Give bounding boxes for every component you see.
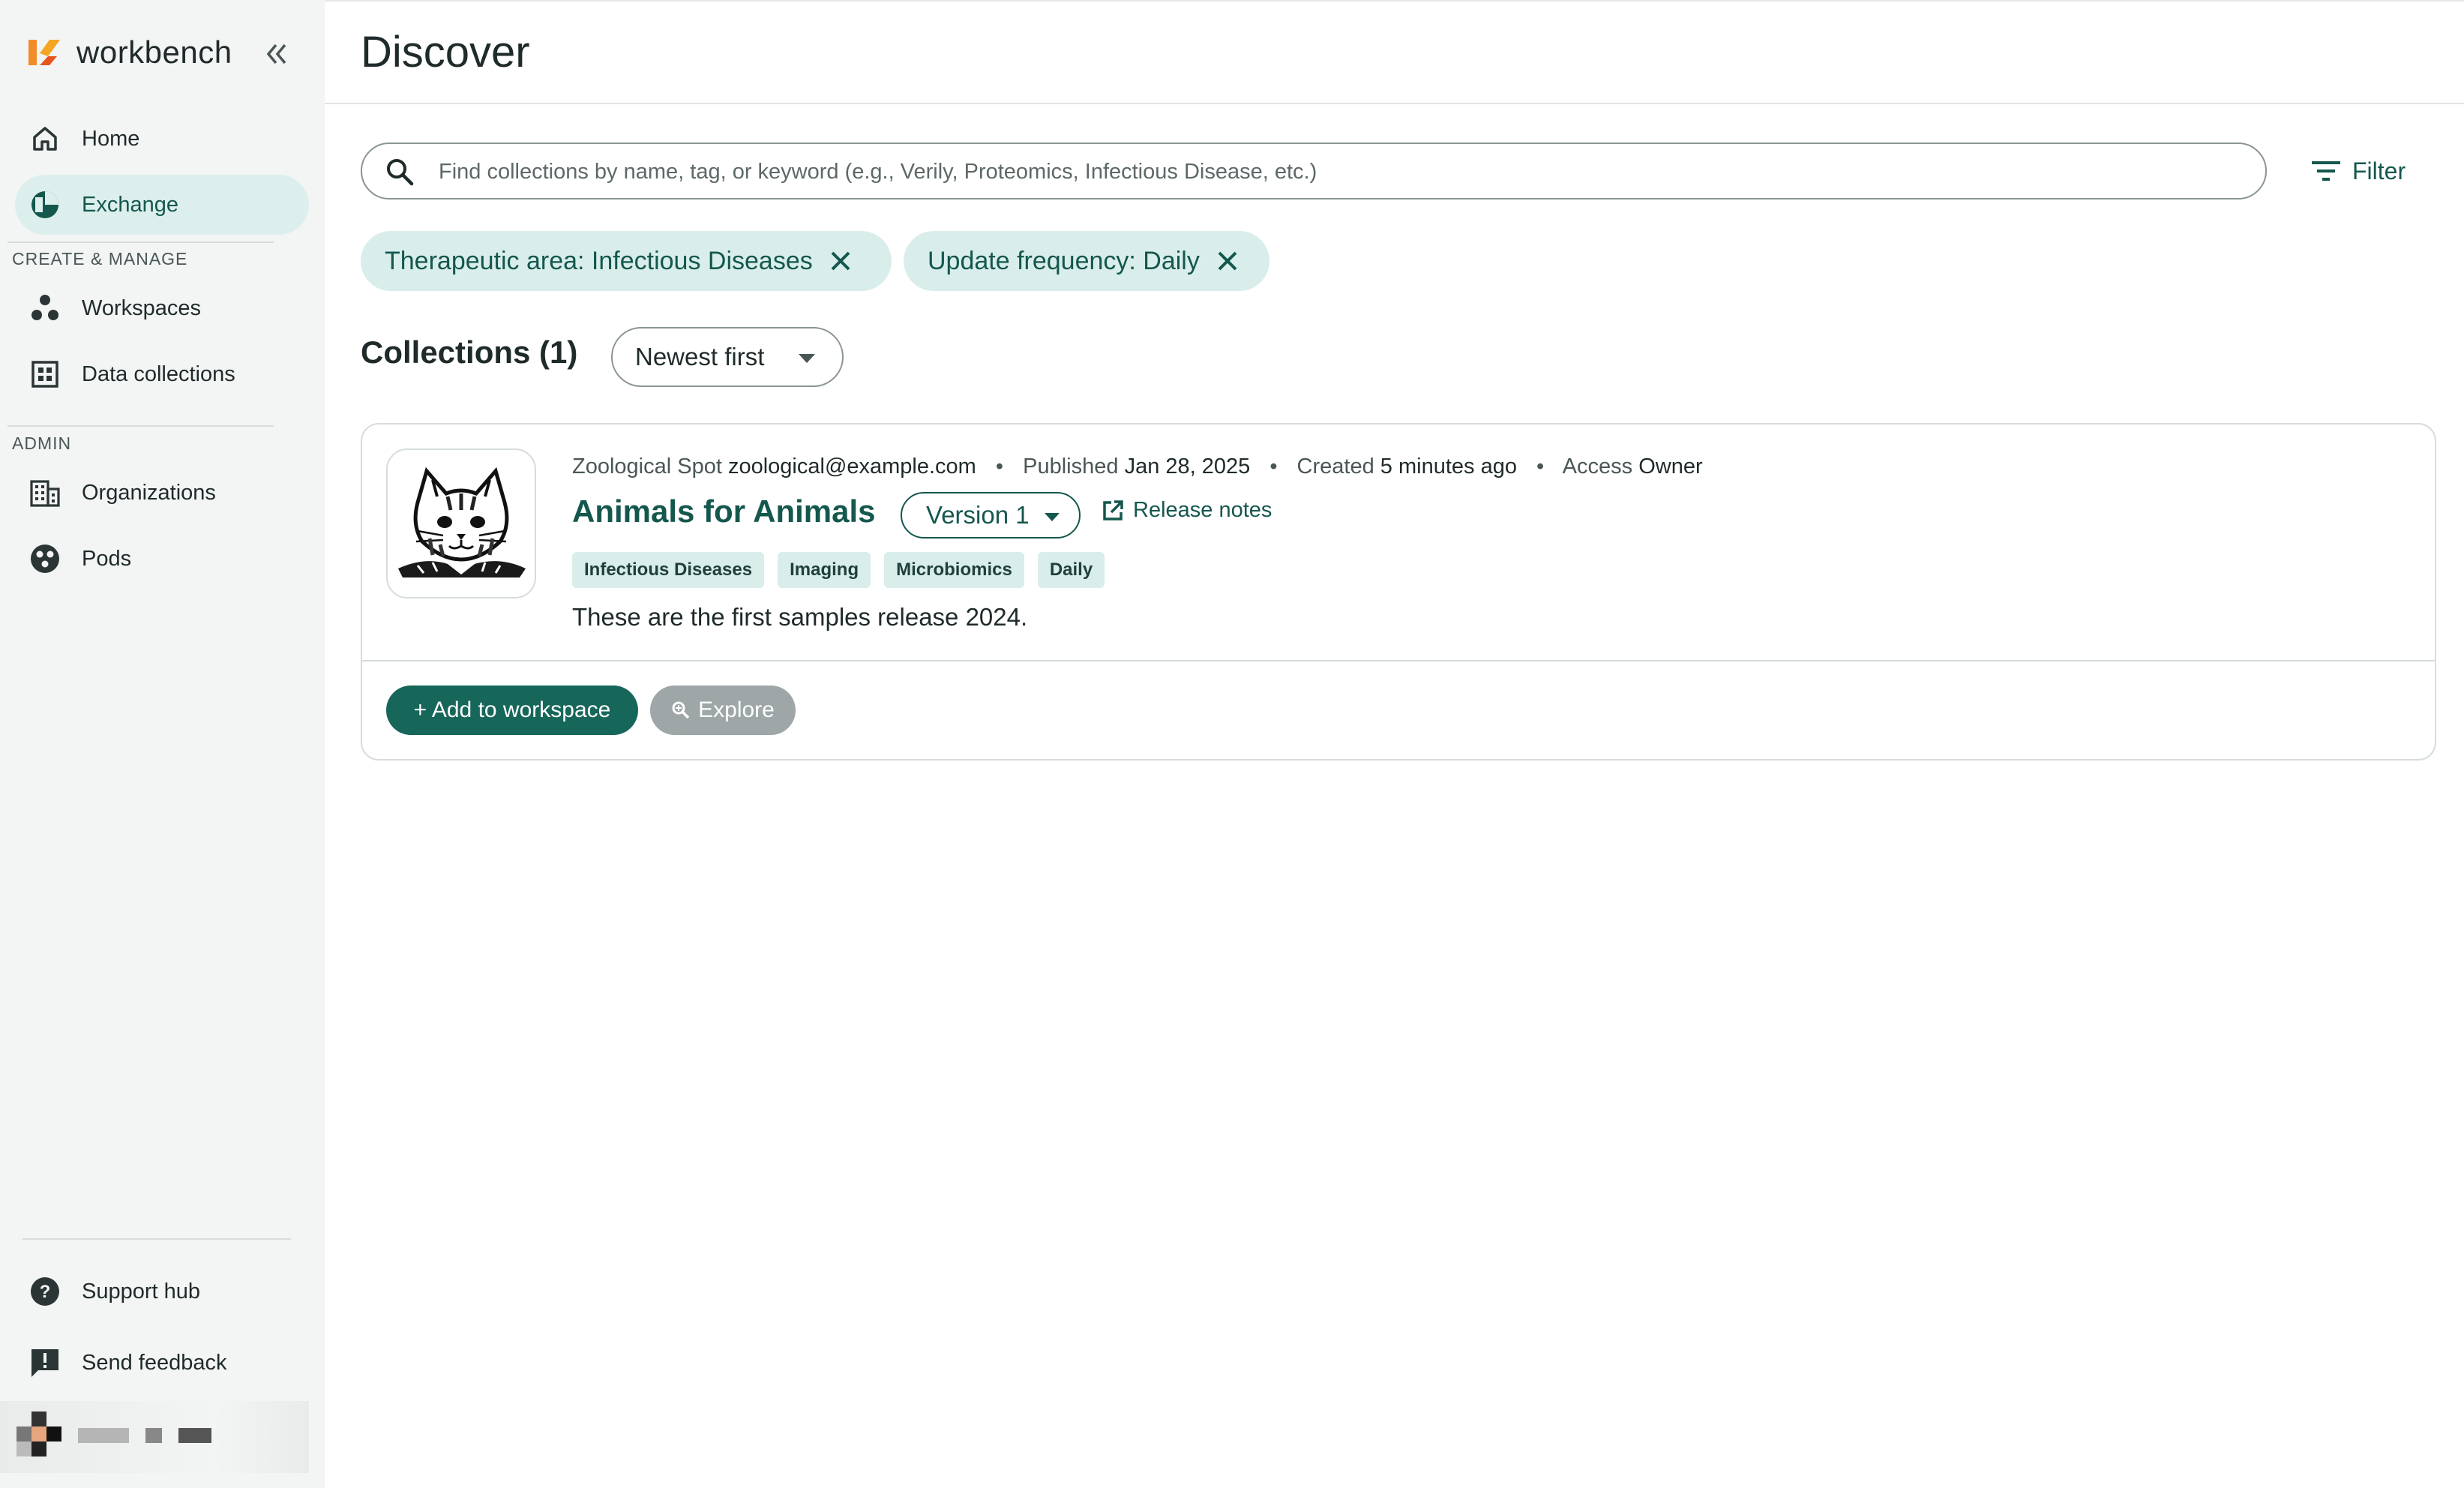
external-link-icon [1103, 500, 1123, 520]
divider [7, 242, 274, 243]
caret-down-icon [799, 354, 815, 363]
access-label: Access [1562, 454, 1633, 478]
separator-dot: • [995, 454, 1004, 478]
version-dropdown[interactable]: Version 1 [901, 492, 1081, 538]
search-bar[interactable] [361, 142, 2267, 200]
filter-chip-update-frequency: Update frequency: Daily [904, 231, 1269, 291]
collection-title[interactable]: Animals for Animals [572, 494, 876, 530]
version-value: Version 1 [926, 501, 1030, 529]
data-collections-icon [28, 358, 61, 391]
collection-thumbnail [386, 448, 536, 598]
release-notes-link[interactable]: Release notes [1102, 498, 1272, 523]
separator-dot: • [1269, 454, 1278, 478]
sidebar-item-exchange[interactable]: Exchange [15, 175, 309, 235]
main-content: Discover Filter Therapeutic area: Infect… [325, 0, 2464, 1488]
exchange-icon [28, 188, 61, 221]
help-icon: ? [28, 1275, 61, 1308]
sidebar-item-support-hub[interactable]: ? Support hub [15, 1262, 309, 1322]
tag: Imaging [778, 552, 871, 588]
org-email: zoological@example.com [727, 454, 976, 478]
home-icon [28, 122, 61, 155]
user-name-redacted [78, 1428, 129, 1443]
access-value: Owner [1638, 454, 1703, 478]
sidebar-item-pods[interactable]: Pods [15, 529, 309, 589]
sidebar-item-label: Home [82, 126, 140, 151]
sidebar-item-label: Data collections [82, 362, 235, 386]
svg-text:?: ? [40, 1282, 51, 1302]
caret-down-icon [1045, 513, 1060, 521]
sidebar-item-label: Pods [82, 546, 132, 571]
sort-value: Newest first [635, 343, 765, 370]
filter-chip-label: Update frequency: Daily [928, 246, 1200, 275]
sidebar-item-label: Send feedback [82, 1350, 227, 1375]
add-to-workspace-label: + Add to workspace [413, 698, 611, 722]
search-icon [387, 159, 414, 186]
user-profile[interactable] [0, 1401, 309, 1473]
pods-icon [28, 542, 61, 575]
tag: Daily [1037, 552, 1105, 588]
filter-label: Filter [2352, 157, 2406, 184]
sidebar: workbench Home Exchange CREATE & MANAGE … [0, 0, 325, 1488]
published-date: Jan 28, 2025 [1124, 454, 1251, 478]
sidebar-item-label: Support hub [82, 1279, 201, 1304]
sidebar-item-label: Exchange [82, 192, 178, 217]
workbench-logo-icon [28, 40, 60, 65]
filter-icon [2312, 161, 2340, 181]
brand[interactable]: workbench [27, 30, 232, 75]
search-input[interactable] [437, 147, 2240, 196]
sidebar-item-send-feedback[interactable]: Send feedback [15, 1333, 309, 1393]
sidebar-item-label: Organizations [82, 480, 216, 505]
explore-label: Explore [698, 698, 775, 722]
zoom-search-icon [672, 701, 690, 719]
sidebar-item-home[interactable]: Home [15, 109, 309, 169]
section-label-admin: ADMIN [12, 434, 72, 453]
tag-list: Infectious Diseases Imaging Microbiomics… [572, 552, 1118, 588]
divider [22, 1238, 291, 1240]
release-notes-label: Release notes [1133, 498, 1272, 522]
add-to-workspace-button[interactable]: + Add to workspace [386, 686, 638, 735]
explore-button[interactable]: Explore [650, 686, 796, 735]
cat-image-icon [398, 466, 526, 578]
brand-name: workbench [76, 34, 232, 70]
sidebar-item-data-collections[interactable]: Data collections [15, 344, 309, 404]
divider [362, 660, 2435, 662]
workspaces-icon [28, 292, 61, 325]
avatar [16, 1412, 64, 1460]
sidebar-item-label: Workspaces [82, 296, 202, 320]
sidebar-item-organizations[interactable]: Organizations [15, 463, 309, 523]
filter-chip-label: Therapeutic area: Infectious Diseases [385, 246, 813, 275]
divider [7, 425, 274, 427]
feedback-icon [28, 1346, 61, 1379]
organizations-icon [28, 476, 61, 509]
collection-metadata: Zoological Spot zoological@example.com •… [572, 454, 1703, 479]
created-time: 5 minutes ago [1380, 454, 1517, 478]
collapse-sidebar-icon[interactable] [259, 38, 292, 70]
collection-card[interactable]: Zoological Spot zoological@example.com •… [361, 423, 2436, 760]
sort-dropdown[interactable]: Newest first [611, 327, 844, 387]
created-label: Created [1296, 454, 1374, 478]
section-label-create: CREATE & MANAGE [12, 249, 188, 268]
sidebar-item-workspaces[interactable]: Workspaces [15, 278, 309, 338]
close-icon[interactable] [829, 250, 852, 272]
org-name: Zoological Spot [572, 454, 722, 478]
published-label: Published [1023, 454, 1119, 478]
collections-heading: Collections (1) [361, 334, 578, 370]
collection-description: These are the first samples release 2024… [572, 603, 1028, 631]
close-icon[interactable] [1216, 250, 1239, 272]
tag: Infectious Diseases [572, 552, 765, 588]
filter-button[interactable]: Filter [2312, 148, 2406, 194]
user-name-redacted [145, 1428, 162, 1443]
page-title: Discover [361, 28, 530, 76]
user-name-redacted [178, 1428, 211, 1443]
tag: Microbiomics [884, 552, 1024, 588]
page-header: Discover [325, 0, 2464, 104]
separator-dot: • [1536, 454, 1545, 478]
filter-chip-therapeutic-area: Therapeutic area: Infectious Diseases [361, 231, 892, 291]
